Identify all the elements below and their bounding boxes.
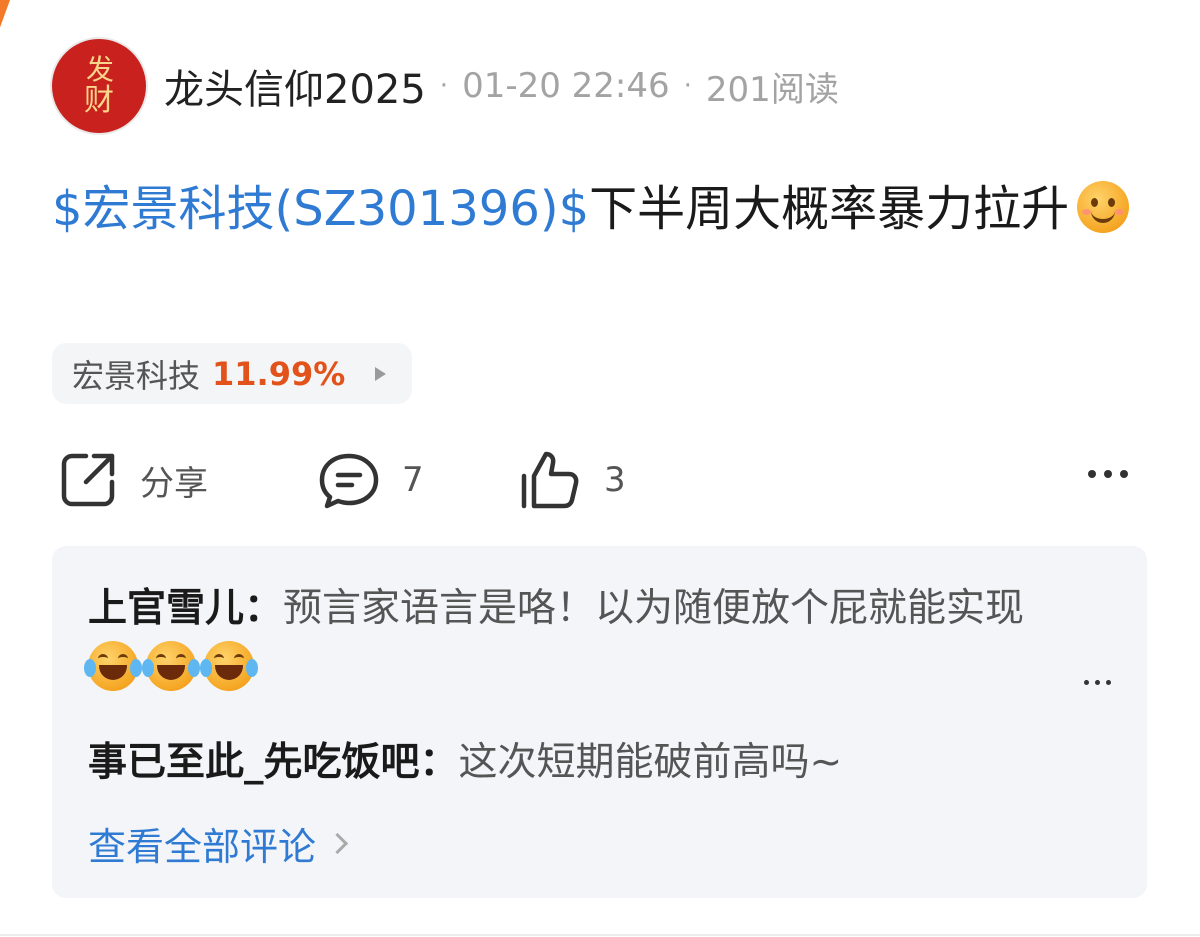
share-button[interactable]: 分享 — [58, 448, 208, 512]
comment-separator: ： — [244, 586, 284, 631]
share-label: 分享 — [140, 463, 208, 504]
like-button[interactable]: 3 — [520, 448, 626, 512]
avatar-text-bottom: 财 — [84, 83, 114, 118]
stock-chip-name: 宏景科技 — [72, 356, 201, 395]
chevron-right-icon — [326, 832, 349, 855]
share-icon — [61, 453, 115, 507]
author-name[interactable]: 龙头信仰2025 — [164, 57, 426, 115]
view-all-comments-label: 查看全部评论 — [88, 825, 317, 869]
view-count: 201阅读 — [705, 69, 839, 110]
view-all-comments-link[interactable]: 查看全部评论 — [88, 816, 349, 871]
comment-item[interactable]: 事已至此_先吃饭吧：这次短期能破前高吗~ — [88, 732, 1058, 794]
smile-emoji-icon — [1077, 181, 1130, 233]
divider — [0, 934, 1200, 936]
thumbs-up-icon — [521, 451, 579, 509]
avatar[interactable]: 发 财 — [52, 39, 146, 133]
like-count: 3 — [604, 460, 626, 500]
more-options-icon[interactable] — [1088, 470, 1128, 478]
comment-button[interactable]: 7 — [318, 448, 424, 512]
avatar-text-top: 发 — [85, 53, 114, 86]
post-body: $宏景科技(SZ301396)$下半周大概率暴力拉升 — [52, 170, 1152, 248]
chevron-right-icon — [375, 366, 387, 381]
laughing-emoji-icon — [84, 641, 142, 691]
comment-text: 这次短期能破前高吗~ — [458, 740, 843, 785]
comment-count: 7 — [402, 460, 424, 500]
commenter-name[interactable]: 事已至此_先吃饭吧 — [88, 740, 420, 785]
corner-accent — [0, 0, 13, 31]
comment-icon — [319, 453, 379, 509]
laughing-emoji-icon — [142, 641, 200, 691]
commenter-name[interactable]: 上官雪儿 — [88, 586, 244, 631]
comment-separator: ： — [419, 740, 459, 785]
post-header: 发 财 龙头信仰2025 · 01-20 22:46 · 201阅读 — [52, 38, 839, 134]
meta-separator: · — [439, 71, 449, 101]
post-text: 下半周大概率暴力拉升 — [589, 181, 1070, 237]
meta-separator: · — [683, 71, 692, 101]
post-date: 01-20 22:46 — [462, 66, 670, 106]
laughing-emoji-icon — [200, 641, 258, 691]
comment-more-icon[interactable] — [1084, 680, 1111, 685]
comment-item[interactable]: 上官雪儿：预言家语言是咯！以为随便放个屁就能实现 — [84, 578, 1058, 702]
stock-link[interactable]: $宏景科技(SZ301396)$ — [52, 181, 589, 237]
stock-chip-change: 11.99% — [212, 354, 346, 393]
stock-chip[interactable]: 宏景科技 11.99% — [52, 343, 412, 404]
comment-text: 预言家语言是咯！以为随便放个屁就能实现 — [283, 586, 1025, 631]
comments-panel: 上官雪儿：预言家语言是咯！以为随便放个屁就能实现 事已至此_先吃饭吧：这次短期能… — [52, 546, 1147, 898]
